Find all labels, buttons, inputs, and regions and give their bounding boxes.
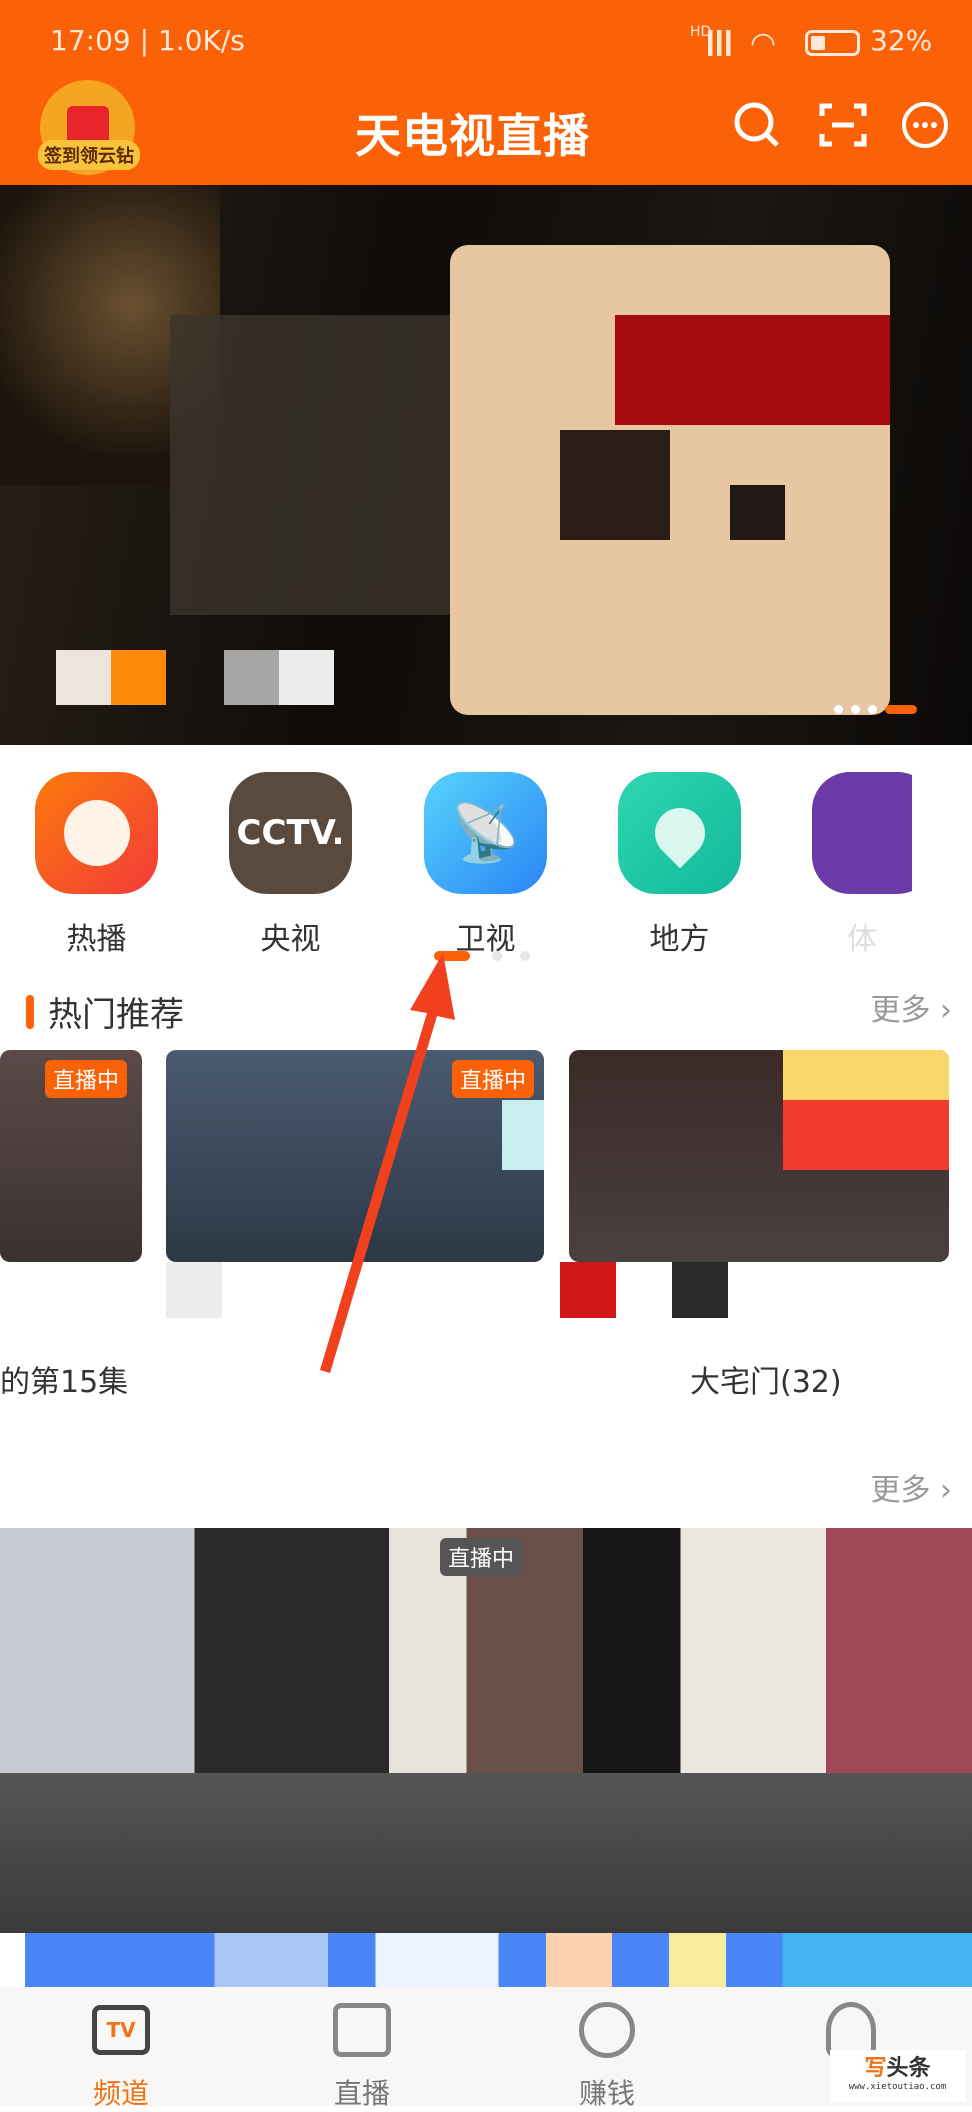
- category-pager-dot: [492, 951, 502, 961]
- banner-pager: [834, 705, 917, 714]
- cctv-logo-icon: CCTV.: [229, 772, 352, 894]
- watermark: 写头条 www.xietoutiao.com: [830, 2050, 965, 2102]
- pager-dot: [851, 705, 860, 714]
- banner-image: [111, 650, 166, 705]
- video-title[interactable]: 大宅门(32): [690, 1357, 842, 1401]
- section-title: 热门推荐: [48, 995, 184, 1035]
- pager-dot: [868, 705, 877, 714]
- thumbnail-pixel: [166, 1262, 222, 1318]
- thumbnail-pixel: [560, 1262, 616, 1318]
- flame-chart-icon: [35, 772, 158, 894]
- more-link[interactable]: 更多 ›: [870, 985, 952, 1029]
- section-bar: [26, 994, 34, 1029]
- search-icon[interactable]: [732, 100, 782, 150]
- treasure-chest-icon: [783, 1050, 949, 1100]
- camera-icon: [302, 2000, 422, 2060]
- category-label: 热播: [66, 922, 127, 957]
- banner-image: [730, 485, 785, 540]
- location-pin-icon: [618, 772, 741, 894]
- video-card-row[interactable]: 直播中: [0, 1528, 972, 1933]
- thumbnail-pixel: [672, 1262, 728, 1318]
- battery-icon: [805, 30, 860, 56]
- more-link[interactable]: 更多 ›: [870, 1465, 952, 1509]
- banner-image: [279, 650, 334, 705]
- satellite-dish-icon: 📡: [424, 772, 547, 894]
- section-header-hot: 热门推荐: [26, 987, 184, 1036]
- wifi-icon: ◠: [750, 26, 777, 61]
- tab-channels[interactable]: TV 频道: [61, 2000, 181, 2112]
- category-local[interactable]: 地方: [618, 772, 741, 958]
- pager-dot-active: [885, 705, 917, 714]
- pager-dot: [834, 705, 843, 714]
- coin-icon: [547, 2000, 667, 2060]
- video-thumbnail: [0, 1773, 972, 1933]
- tab-earn[interactable]: 赚钱: [547, 2000, 667, 2112]
- category-label: 地方: [649, 922, 710, 957]
- live-badge: 直播中: [440, 1538, 523, 1576]
- category-cctv[interactable]: CCTV. 央视: [229, 772, 352, 958]
- banner-image: [56, 650, 111, 705]
- banner-image: [170, 315, 450, 615]
- banner-image: [560, 430, 670, 540]
- tab-live[interactable]: 直播: [302, 2000, 422, 2112]
- video-thumbnail: [502, 1100, 544, 1170]
- promo-banner[interactable]: [25, 1933, 972, 1987]
- category-label: 体: [847, 922, 877, 957]
- checkin-label: 签到领云钻: [38, 140, 140, 170]
- banner-carousel[interactable]: [0, 185, 972, 745]
- category-satellite[interactable]: 📡 卫视: [424, 772, 547, 958]
- category-hot[interactable]: 热播: [35, 772, 158, 958]
- banner-image: [224, 650, 279, 705]
- video-thumbnail: [783, 1100, 949, 1170]
- annotation-arrow: [320, 953, 455, 1373]
- video-card[interactable]: 直播中: [0, 1050, 142, 1262]
- signal-bars-icon: [705, 30, 735, 56]
- video-card[interactable]: [569, 1050, 949, 1262]
- category-sports[interactable]: 体: [812, 772, 912, 958]
- sports-icon: [812, 772, 912, 894]
- message-icon[interactable]: [900, 100, 950, 150]
- video-title[interactable]: 的第15集: [0, 1357, 128, 1401]
- app-title: 天电视直播: [355, 109, 590, 163]
- live-badge: 直播中: [451, 1060, 534, 1098]
- scan-icon[interactable]: [818, 100, 868, 150]
- tv-icon: TV: [61, 2000, 181, 2060]
- battery-level: 32%: [870, 24, 933, 57]
- live-badge: 直播中: [45, 1060, 128, 1098]
- status-time: 17:09 | 1.0K/s: [50, 24, 245, 57]
- category-pager-dot: [520, 951, 530, 961]
- banner-image: [615, 315, 890, 425]
